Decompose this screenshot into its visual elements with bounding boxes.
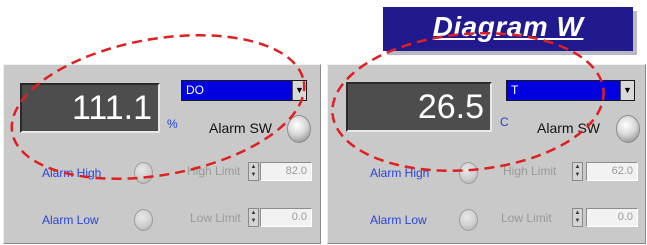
temperature-parameter-value: T xyxy=(511,83,519,97)
temperature-high-limit-spinner-icon[interactable]: ▲ ▼ xyxy=(572,162,583,181)
diagram-title: Diagram W xyxy=(432,11,584,42)
do-value-display: 111.1 xyxy=(20,83,160,133)
do-alarm-high-label: Alarm High xyxy=(42,166,102,180)
do-alarm-low-led-icon xyxy=(134,209,153,231)
temperature-unit-label: C xyxy=(500,115,509,129)
do-low-limit-field[interactable]: 0.0 xyxy=(260,208,312,227)
do-alarm-sw-label: Alarm SW xyxy=(209,120,272,136)
chevron-down-icon[interactable]: ▼ xyxy=(620,81,634,100)
temperature-alarm-switch-toggle[interactable] xyxy=(616,115,640,143)
do-panel: 111.1 % DO ▼ Alarm SW Alarm High High Li… xyxy=(3,64,321,244)
do-high-limit-field[interactable]: 82.0 xyxy=(260,162,312,181)
temperature-alarm-low-label: Alarm Low xyxy=(370,213,427,227)
temperature-low-limit-label: Low Limit xyxy=(501,211,552,225)
temperature-panel: 26.5 C T ▼ Alarm SW Alarm High High Limi… xyxy=(327,64,646,244)
do-low-limit-label: Low Limit xyxy=(190,211,241,225)
do-alarm-switch-toggle[interactable] xyxy=(287,115,311,143)
do-parameter-value: DO xyxy=(186,83,204,97)
diagram-title-banner: Diagram W xyxy=(383,7,633,51)
temperature-alarm-low-led-icon xyxy=(459,209,478,231)
temperature-alarm-high-label: Alarm High xyxy=(370,166,430,180)
temperature-alarm-sw-label: Alarm SW xyxy=(537,120,600,136)
temperature-value-display: 26.5 xyxy=(346,82,492,132)
chevron-down-icon[interactable]: ▼ xyxy=(292,81,306,100)
temperature-alarm-high-led-icon xyxy=(459,162,478,184)
temperature-low-limit-spinner-icon[interactable]: ▲ ▼ xyxy=(572,208,583,227)
do-high-limit-spinner-icon[interactable]: ▲ ▼ xyxy=(248,162,259,181)
temperature-parameter-select[interactable]: T ▼ xyxy=(506,80,635,101)
do-alarm-high-led-icon xyxy=(134,162,153,184)
temperature-high-limit-label: High Limit xyxy=(503,164,557,178)
temperature-low-limit-field[interactable]: 0.0 xyxy=(586,208,638,227)
do-alarm-low-label: Alarm Low xyxy=(42,213,99,227)
do-low-limit-spinner-icon[interactable]: ▲ ▼ xyxy=(248,208,259,227)
do-unit-label: % xyxy=(167,117,178,131)
do-parameter-select[interactable]: DO ▼ xyxy=(181,80,307,101)
temperature-high-limit-field[interactable]: 62.0 xyxy=(586,162,638,181)
do-high-limit-label: High Limit xyxy=(187,164,241,178)
